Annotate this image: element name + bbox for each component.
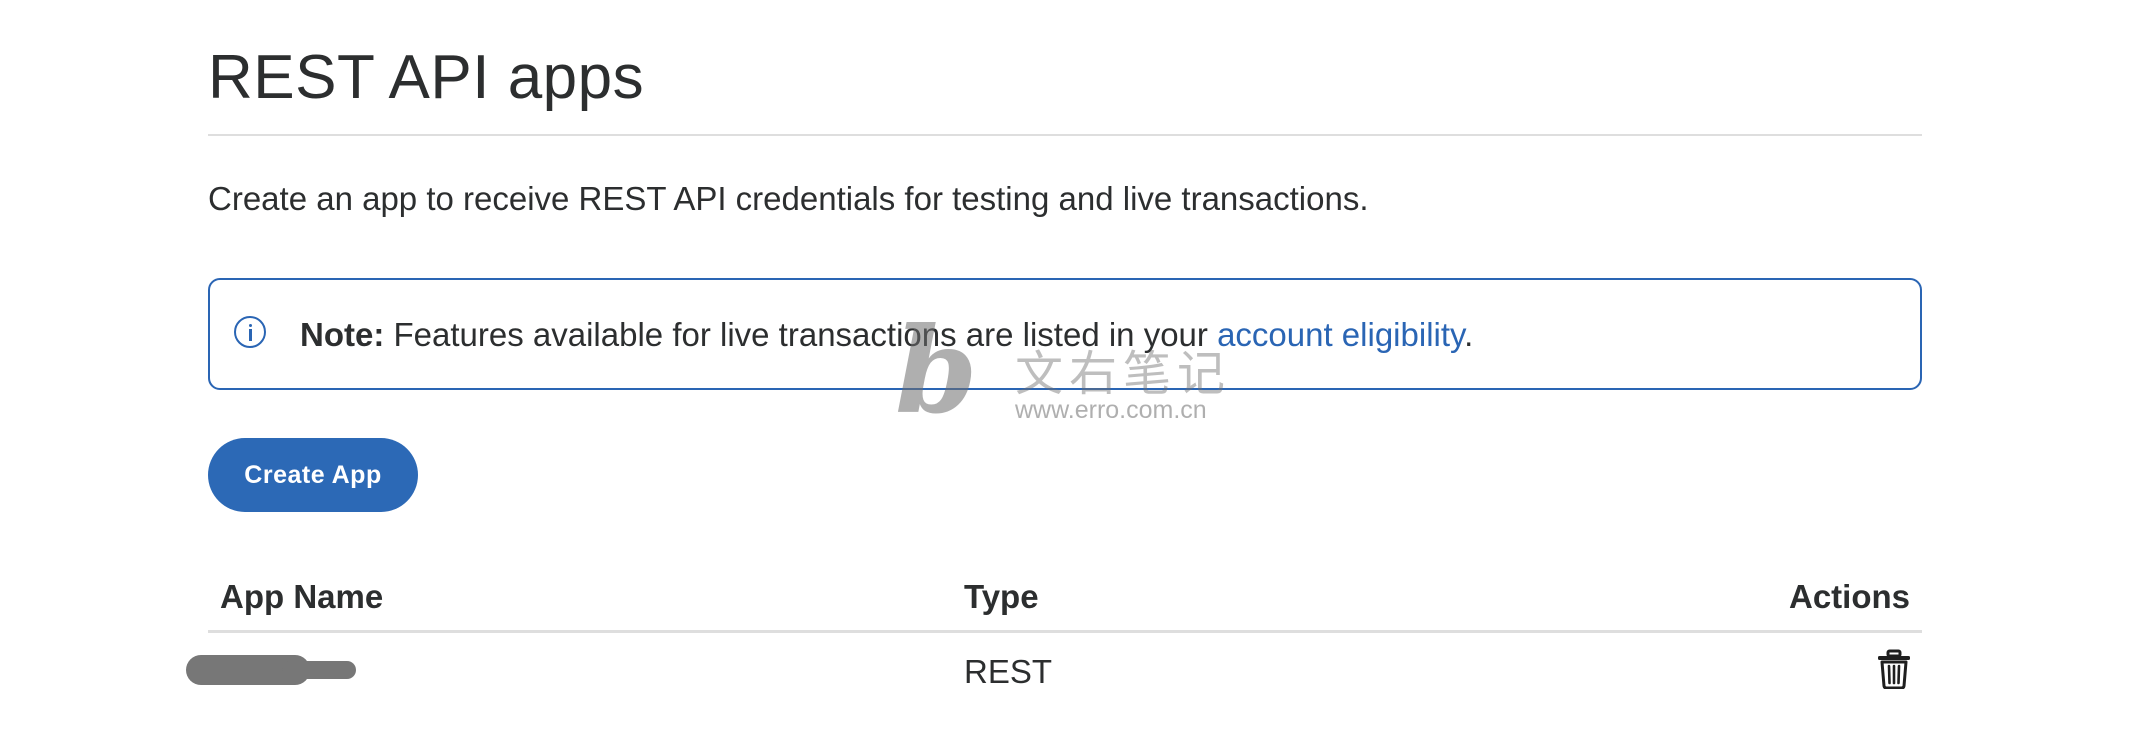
app-name-redacted[interactable] [186, 651, 356, 687]
create-app-button[interactable]: Create App [208, 438, 418, 512]
page: REST API apps Create an app to receive R… [0, 0, 2142, 742]
note-text: Note: Features available for live transa… [300, 316, 1473, 354]
note-label: Note: [300, 316, 385, 353]
title-divider [208, 134, 1922, 136]
column-header-app-name: App Name [220, 578, 384, 615]
table-header: App Name Type Actions [208, 570, 1922, 633]
redaction-mark [282, 661, 356, 679]
column-header-type: Type [964, 578, 1039, 615]
apps-table: App Name Type Actions REST [186, 570, 1922, 713]
trash-icon [1878, 649, 1910, 690]
delete-app-button[interactable] [1876, 649, 1912, 690]
info-icon [234, 316, 266, 348]
note-body: Features available for live transactions… [384, 316, 1218, 353]
note-suffix: . [1464, 316, 1474, 353]
page-title: REST API apps [208, 43, 645, 112]
app-type: REST [964, 653, 1053, 690]
page-description: Create an app to receive REST API creden… [208, 180, 1369, 217]
account-eligibility-link[interactable]: account eligibility [1217, 316, 1464, 353]
note-banner: Note: Features available for live transa… [208, 278, 1922, 390]
table-row: REST [186, 633, 1922, 713]
watermark-url: www.erro.com.cn [1015, 396, 1207, 424]
column-header-actions: Actions [1788, 578, 1910, 615]
